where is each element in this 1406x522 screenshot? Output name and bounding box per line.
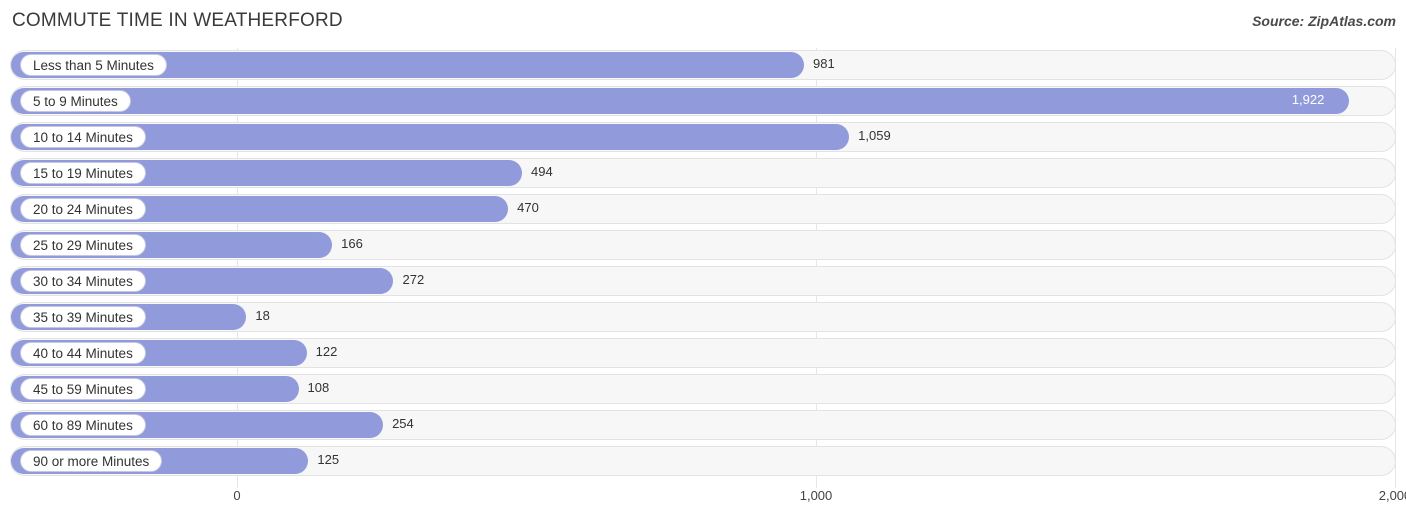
- table-row: 10 to 14 Minutes 1,059: [10, 120, 1396, 156]
- table-row: 45 to 59 Minutes 108: [10, 372, 1396, 408]
- x-axis: 0 1,000 2,000: [10, 488, 1406, 512]
- x-axis-tick: 1,000: [799, 488, 833, 503]
- bar-value-label: 1,922: [1291, 92, 1325, 107]
- table-row: 90 or more Minutes 125: [10, 444, 1396, 480]
- bar-value-label: 254: [392, 416, 414, 431]
- bar-category-label: 10 to 14 Minutes: [20, 126, 146, 148]
- bar-value-label: 122: [315, 344, 338, 359]
- bar-rows: Less than 5 Minutes 981 5 to 9 Minutes 1,92…: [10, 48, 1396, 480]
- x-axis-tick: 0: [233, 488, 241, 503]
- bar-category-label: 15 to 19 Minutes: [20, 162, 146, 184]
- table-row: 15 to 19 Minutes 494: [10, 156, 1396, 192]
- table-row: 25 to 29 Minutes 166: [10, 228, 1396, 264]
- bar-value-label: 166: [341, 236, 363, 251]
- bar[interactable]: [11, 88, 1349, 114]
- bar-category-label: 30 to 34 Minutes: [20, 270, 146, 292]
- chart-header: COMMUTE TIME IN WEATHERFORD Source: ZipA…: [0, 0, 1406, 44]
- bar-value-label: 1,059: [858, 128, 891, 143]
- bar-category-label: 35 to 39 Minutes: [20, 306, 146, 328]
- source-attribution: Source: ZipAtlas.com: [1252, 13, 1396, 29]
- bar-category-label: Less than 5 Minutes: [20, 54, 167, 76]
- table-row: 35 to 39 Minutes 18: [10, 300, 1396, 336]
- bar-value-label: 981: [812, 56, 835, 71]
- table-row: 5 to 9 Minutes 1,922: [10, 84, 1396, 120]
- bar-value-label: 125: [317, 452, 340, 467]
- bar-category-label: 60 to 89 Minutes: [20, 414, 146, 436]
- table-row: 60 to 89 Minutes 254: [10, 408, 1396, 444]
- x-axis-tick: 2,000: [1378, 488, 1406, 503]
- table-row: Less than 5 Minutes 981: [10, 48, 1396, 84]
- bar-value-label: 494: [531, 164, 553, 179]
- bar-category-label: 5 to 9 Minutes: [20, 90, 131, 112]
- bar-category-label: 25 to 29 Minutes: [20, 234, 146, 256]
- table-row: 30 to 34 Minutes 272: [10, 264, 1396, 300]
- bar-category-label: 20 to 24 Minutes: [20, 198, 146, 220]
- table-row: 40 to 44 Minutes 122: [10, 336, 1396, 372]
- bar-value-label: 272: [402, 272, 425, 287]
- bar-value-label: 470: [517, 200, 539, 215]
- chart-plot-area: Less than 5 Minutes 981 5 to 9 Minutes 1,92…: [10, 48, 1396, 488]
- page-title: COMMUTE TIME IN WEATHERFORD: [12, 10, 343, 31]
- bar-category-label: 40 to 44 Minutes: [20, 342, 146, 364]
- table-row: 20 to 24 Minutes 470: [10, 192, 1396, 228]
- bar-value-label: 108: [307, 380, 330, 395]
- bar-value-label: 18: [255, 308, 270, 323]
- bar-category-label: 45 to 59 Minutes: [20, 378, 146, 400]
- bar-category-label: 90 or more Minutes: [20, 450, 163, 472]
